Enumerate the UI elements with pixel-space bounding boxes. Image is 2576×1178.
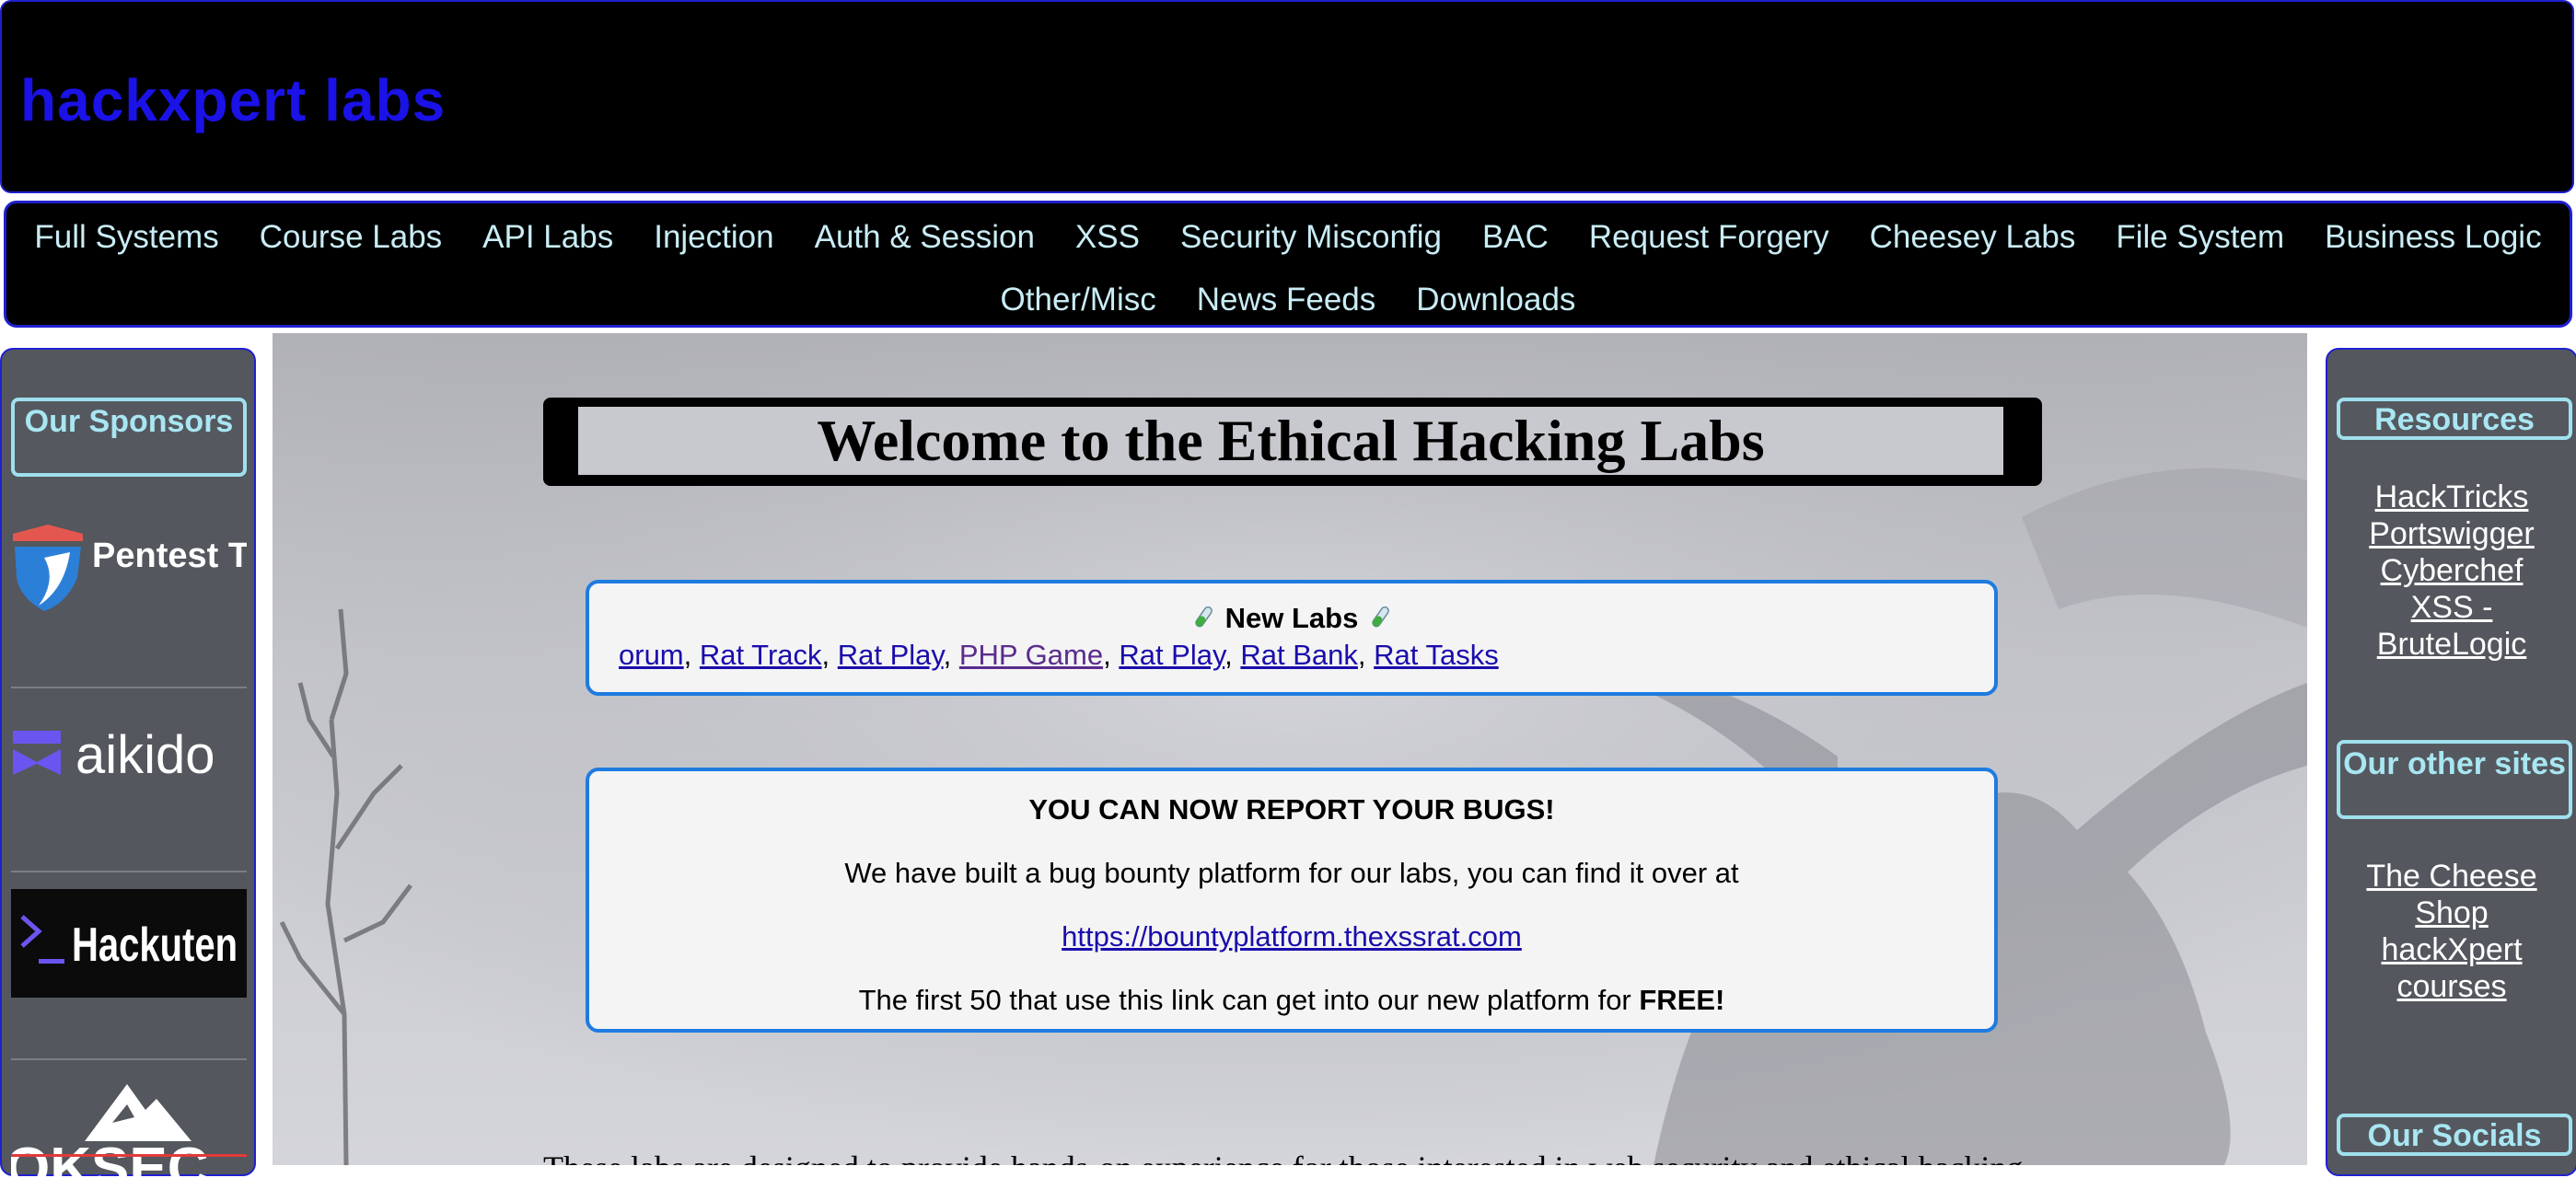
main-content: Welcome to the Ethical Hacking Labs New …	[273, 333, 2307, 1165]
sponsor-name-oksec: OKSEC	[11, 1137, 208, 1178]
nav-link-business-logic[interactable]: Business Logic	[2304, 214, 2561, 260]
nav-link-course-labs[interactable]: Course Labs	[239, 214, 462, 260]
bug-report-link-row: https://bountyplatform.thexssrat.com	[589, 920, 1994, 953]
resource-link-portswigger[interactable]: Portswigger	[2327, 515, 2576, 552]
sponsor-hackuten[interactable]: Hackuten	[11, 889, 247, 998]
site-title[interactable]: hackxpert labs	[20, 66, 446, 134]
site-header: hackxpert labs	[0, 0, 2574, 193]
site-link-cheese-shop[interactable]: The Cheese Shop	[2364, 858, 2539, 931]
intro-paragraph: These labs are designed to provide hands…	[543, 1149, 2108, 1165]
offer-text: The first 50 that use this link can get …	[858, 984, 1640, 1016]
other-sites-list: The Cheese Shop hackXpert courses	[2327, 858, 2576, 1005]
new-labs-card: New Labs orum, Rat Track, Rat Play, PHP …	[586, 580, 1998, 696]
sponsor-name-hackuten: Hackuten	[72, 918, 238, 972]
nav-link-api-labs[interactable]: API Labs	[462, 214, 633, 260]
new-lab-link[interactable]: orum	[619, 639, 684, 671]
bounty-platform-link[interactable]: https://bountyplatform.thexssrat.com	[1062, 920, 1522, 953]
test-tube-icon	[1195, 606, 1213, 628]
hackuten-logo: Hackuten	[20, 915, 238, 972]
other-sites-heading: Our other sites	[2337, 740, 2572, 819]
sponsor-name-pentest: Pentest Tools	[92, 537, 247, 575]
resource-link-cyberchef[interactable]: Cyberchef	[2327, 552, 2576, 589]
new-lab-link[interactable]: Rat Play	[838, 639, 944, 671]
site-link-hackxpert-courses[interactable]: hackXpert courses	[2360, 931, 2544, 1005]
welcome-heading: Welcome to the Ethical Hacking Labs	[578, 407, 2003, 475]
aikido-logo: aikido	[13, 725, 215, 785]
nav-link-auth-session[interactable]: Auth & Session	[795, 214, 1055, 260]
new-lab-link[interactable]: Rat Bank	[1240, 639, 1358, 671]
sponsor-name-aikido: aikido	[75, 725, 215, 785]
nav-link-xss[interactable]: XSS	[1055, 214, 1160, 260]
nav-row-1: Full Systems Course Labs API Labs Inject…	[6, 214, 2570, 260]
resources-sidebar: Resources HackTricks Portswigger Cyberch…	[2326, 348, 2576, 1176]
resource-link-xss-brutelogic[interactable]: XSS - BruteLogic	[2369, 589, 2535, 663]
resources-list: HackTricks Portswigger Cyberchef XSS - B…	[2327, 479, 2576, 663]
main-nav: Full Systems Course Labs API Labs Inject…	[4, 201, 2572, 328]
new-labs-title-row: New Labs	[589, 602, 1994, 635]
nav-link-request-forgery[interactable]: Request Forgery	[1569, 214, 1850, 260]
sponsor-divider	[11, 1058, 247, 1060]
nav-link-file-system[interactable]: File System	[2095, 214, 2304, 260]
sponsor-aikido[interactable]: aikido	[11, 718, 247, 791]
nav-row-2: Other/Misc News Feeds Downloads	[6, 277, 2570, 323]
sponsors-heading: Our Sponsors	[11, 398, 247, 477]
offer-free: FREE!	[1639, 984, 1725, 1016]
bug-report-heading: YOU CAN NOW REPORT YOUR BUGS!	[1028, 793, 1555, 826]
sponsors-sidebar: Our Sponsors Pentest Tools aikido Hackut…	[0, 348, 319, 1178]
bug-report-text: We have built a bug bounty platform for …	[844, 857, 1739, 889]
welcome-banner: Welcome to the Ethical Hacking Labs	[543, 398, 2042, 486]
resources-heading: Resources	[2337, 398, 2572, 440]
pentest-tools-logo: Pentest Tools	[13, 525, 319, 611]
nav-link-injection[interactable]: Injection	[633, 214, 794, 260]
bug-report-offer: The first 50 that use this link can get …	[589, 984, 1994, 1017]
bug-report-card: YOU CAN NOW REPORT YOUR BUGS! We have bu…	[586, 768, 1998, 1033]
nav-link-downloads[interactable]: Downloads	[1396, 277, 1595, 323]
oksec-logo: OKSEC	[11, 1084, 247, 1178]
new-labs-title: New Labs	[1224, 602, 1359, 634]
sponsor-oksec[interactable]: OKSEC	[11, 1077, 247, 1178]
new-labs-ticker: orum, Rat Track, Rat Play, PHP Game, Rat…	[619, 639, 1499, 671]
new-lab-link[interactable]: Rat Track	[700, 639, 822, 671]
new-lab-link[interactable]: Rat Tasks	[1374, 639, 1499, 671]
socials-heading: Our Socials	[2337, 1114, 2572, 1156]
test-tube-icon	[1372, 606, 1389, 628]
resource-link-hacktricks[interactable]: HackTricks	[2327, 479, 2576, 515]
nav-link-bac[interactable]: BAC	[1462, 214, 1569, 260]
new-lab-link[interactable]: PHP Game	[959, 639, 1103, 671]
sponsor-divider	[11, 687, 247, 688]
sponsor-divider	[11, 871, 247, 872]
nav-link-cheesey-labs[interactable]: Cheesey Labs	[1850, 214, 2096, 260]
nav-link-other-misc[interactable]: Other/Misc	[981, 277, 1177, 323]
nav-link-security-misconfig[interactable]: Security Misconfig	[1160, 214, 1462, 260]
new-lab-link[interactable]: Rat Play	[1119, 639, 1224, 671]
nav-link-news-feeds[interactable]: News Feeds	[1177, 277, 1397, 323]
sponsor-pentest-tools[interactable]: Pentest Tools	[11, 525, 319, 617]
nav-link-full-systems[interactable]: Full Systems	[14, 214, 238, 260]
